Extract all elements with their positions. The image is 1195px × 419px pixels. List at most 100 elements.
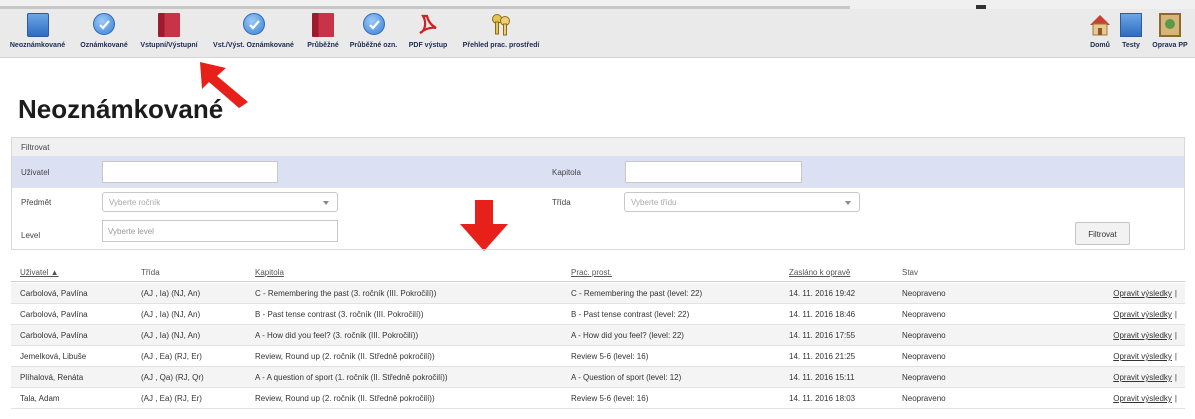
cell-state: Neopraveno xyxy=(902,352,946,361)
action-separator: | xyxy=(1174,310,1177,319)
pdf-icon xyxy=(417,13,439,37)
fix-results-label: Opravit výsledky xyxy=(1113,352,1172,361)
cell-workspace: C - Remembering the past (level: 22) xyxy=(571,289,703,298)
header-sent[interactable]: Zasláno k opravě xyxy=(789,268,850,277)
action-separator: | xyxy=(1174,289,1177,298)
cell-sent: 14. 11. 2016 21:25 xyxy=(789,352,856,361)
toolbar-item-vst-vyst-oznamkovane[interactable]: Vst./Výst. Oznámkované xyxy=(206,13,301,55)
blue-check-icon xyxy=(93,13,115,35)
toolbar-label: Průběžné ozn. xyxy=(349,42,398,49)
chapter-label: Kapitola xyxy=(552,168,581,177)
header-class: Třída xyxy=(141,268,160,277)
toolbar-item-prubezne[interactable]: Průběžné xyxy=(302,13,344,55)
toolbar-label: Oznámkované xyxy=(80,42,128,49)
cell-sent: 14. 11. 2016 15:11 xyxy=(789,373,855,382)
cell-class: (AJ , Ea) (RJ, Er) xyxy=(141,352,202,361)
cell-state: Neopraveno xyxy=(902,310,946,319)
chapter-input[interactable] xyxy=(625,161,802,183)
class-select[interactable]: Vyberte třídu xyxy=(624,192,860,212)
cell-state: Neopraveno xyxy=(902,289,946,298)
cell-chapter: Review, Round up (2. ročník (II. Středně… xyxy=(255,394,435,403)
toolbar-item-oprava-pp[interactable]: Oprava PP xyxy=(1148,13,1192,55)
table-row: Carbolová, Pavlína (AJ , Ia) (NJ, An) A … xyxy=(11,325,1185,346)
cell-sent: 14. 11. 2016 18:03 xyxy=(789,394,856,403)
filter-button[interactable]: Filtrovat xyxy=(1075,222,1130,245)
toolbar-item-testy[interactable]: Testy xyxy=(1117,13,1145,55)
cell-sent: 14. 11. 2016 19:42 xyxy=(789,289,856,298)
user-input[interactable] xyxy=(102,161,278,183)
header-state: Stav xyxy=(902,268,919,277)
blue-check-icon xyxy=(362,13,385,35)
cell-chapter: C - Remembering the past (3. ročník (III… xyxy=(255,289,437,298)
fix-results-label: Opravit výsledky xyxy=(1113,394,1172,403)
filter-panel: Filtrovat Uživatel Kapitola Předmět Vybe… xyxy=(11,137,1185,250)
fix-results-link[interactable]: Opravit výsledky | xyxy=(1113,289,1177,298)
red-book-icon xyxy=(312,13,334,37)
action-separator: | xyxy=(1174,394,1177,403)
header-chapter[interactable]: Kapitola xyxy=(255,268,284,277)
action-separator: | xyxy=(1174,331,1177,340)
cell-user: Carbolová, Pavlína xyxy=(20,331,88,340)
table-row: Carbolová, Pavlína (AJ , Ia) (NJ, An) C … xyxy=(11,283,1185,304)
subject-select-value: Vyberte ročník xyxy=(109,198,161,207)
level-input[interactable]: Vyberte level xyxy=(102,220,338,242)
filter-row-subject-class: Předmět Vyberte ročník Třída Vyberte tří… xyxy=(12,188,1184,217)
level-label: Level xyxy=(21,231,41,240)
cell-user: Carbolová, Pavlína xyxy=(20,310,88,319)
fix-results-link[interactable]: Opravit výsledky | xyxy=(1113,352,1177,361)
toolbar-item-vstupni-vystupni[interactable]: Vstupní/Výstupní xyxy=(134,13,204,55)
table-row: Tala, Adam (AJ , Ea) (RJ, Er) Review, Ro… xyxy=(11,388,1185,409)
subject-label: Předmět xyxy=(21,198,52,207)
toolbar-item-pdf-vystup[interactable]: PDF výstup xyxy=(404,13,452,55)
toolbar-label: Neoznámkované xyxy=(9,42,66,49)
cell-chapter: B - Past tense contrast (3. ročník (III.… xyxy=(255,310,424,319)
subject-select[interactable]: Vyberte ročník xyxy=(102,192,338,212)
class-label: Třída xyxy=(552,198,571,207)
table-row: Carbolová, Pavlína (AJ , Ia) (NJ, An) B … xyxy=(11,304,1185,325)
toolbar-label: Průběžné xyxy=(307,42,339,49)
tests-icon xyxy=(1120,13,1142,37)
cell-chapter: A - How did you feel? (3. ročník (III. P… xyxy=(255,331,419,340)
action-separator: | xyxy=(1174,352,1177,361)
toolbar-label: Vstupní/Výstupní xyxy=(140,42,198,49)
fix-results-label: Opravit výsledky xyxy=(1113,373,1172,382)
toolbar-item-prehled-prac-prostredi[interactable]: Přehled prac. prostředí xyxy=(456,13,546,55)
chevron-down-icon xyxy=(845,201,851,205)
cell-chapter: Review, Round up (2. ročník (II. Středně… xyxy=(255,352,435,361)
header-user[interactable]: Uživatel ▲ xyxy=(20,268,59,277)
header-workspace[interactable]: Prac. prost. xyxy=(571,268,612,277)
cell-class: (AJ , Ia) (NJ, An) xyxy=(141,289,201,298)
cell-class: (AJ , Ia) (NJ, An) xyxy=(141,310,201,319)
cell-workspace: Review 5-6 (level: 16) xyxy=(571,394,649,403)
cell-user: Tala, Adam xyxy=(20,394,60,403)
fix-results-label: Opravit výsledky xyxy=(1113,289,1172,298)
blue-book-icon xyxy=(26,13,49,37)
fix-results-link[interactable]: Opravit výsledky | xyxy=(1113,310,1177,319)
picture-icon xyxy=(1159,13,1181,37)
toolbar-label: Vst./Výst. Oznámkované xyxy=(213,42,294,49)
toolbar-item-prubezne-ozn[interactable]: Průběžné ozn. xyxy=(346,13,401,55)
red-book-icon xyxy=(158,13,180,37)
toolbar-item-neoznamkovane[interactable]: Neoznámkované xyxy=(0,13,75,55)
fix-results-link[interactable]: Opravit výsledky | xyxy=(1113,394,1177,403)
toolbar-label: Oprava PP xyxy=(1152,42,1188,49)
cell-user: Carbolová, Pavlína xyxy=(20,289,88,298)
cell-class: (AJ , Ia) (NJ, An) xyxy=(141,331,201,340)
toolbar-item-domu[interactable]: Domů xyxy=(1085,13,1115,55)
toolbar-item-oznamkovane[interactable]: Oznámkované xyxy=(76,13,132,55)
chevron-down-icon xyxy=(323,201,329,205)
fix-results-link[interactable]: Opravit výsledky | xyxy=(1113,331,1177,340)
toolbar-label: Testy xyxy=(1122,42,1140,49)
cell-workspace: B - Past tense contrast (level: 22) xyxy=(571,310,690,319)
toolbar-label: Domů xyxy=(1090,42,1110,49)
table-row: Plíhalová, Renáta (AJ , Qa) (RJ, Qr) A -… xyxy=(11,367,1185,388)
toolbar-label: Přehled prac. prostředí xyxy=(462,42,540,49)
cell-workspace: A - How did you feel? (level: 22) xyxy=(571,331,684,340)
cell-state: Neopraveno xyxy=(902,373,946,382)
page-title: Neoznámkované xyxy=(18,94,224,124)
fix-results-link[interactable]: Opravit výsledky | xyxy=(1113,373,1177,382)
cell-sent: 14. 11. 2016 18:46 xyxy=(789,310,856,319)
cell-user: Jemelková, Libuše xyxy=(20,352,87,361)
filter-heading: Filtrovat xyxy=(12,138,1184,156)
cell-state: Neopraveno xyxy=(902,331,946,340)
